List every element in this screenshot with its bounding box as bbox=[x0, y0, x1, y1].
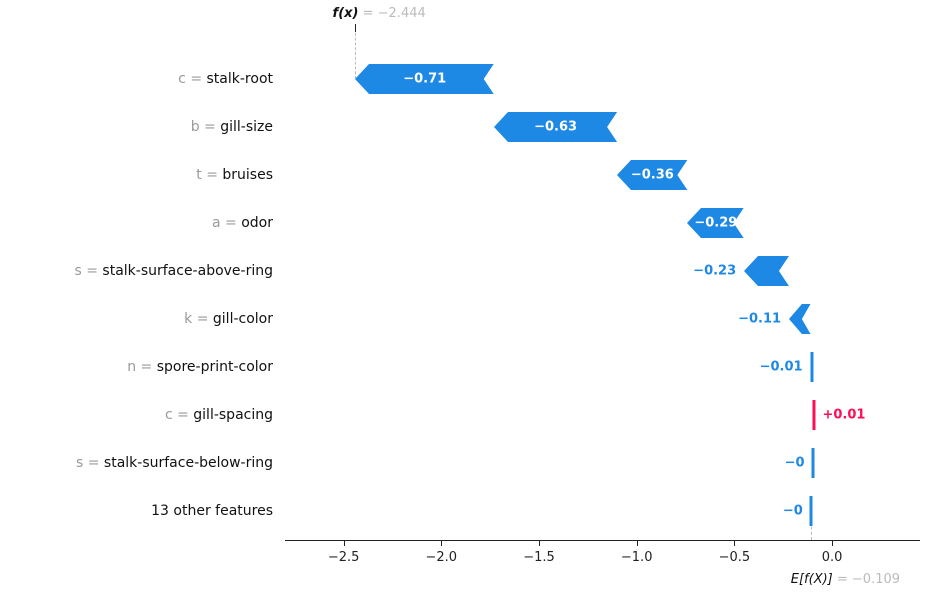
feature-label: c = gill-spacing bbox=[165, 407, 273, 423]
feature-value: b bbox=[191, 119, 200, 135]
fx-value: = −2.444 bbox=[358, 6, 425, 21]
shap-arrow bbox=[811, 400, 817, 430]
shap-value-label: −0 bbox=[783, 504, 803, 519]
equals-sign: = bbox=[173, 407, 194, 423]
x-tick-label: −1.5 bbox=[523, 550, 555, 565]
shap-value-label: −0.71 bbox=[403, 72, 446, 87]
fx-tick bbox=[355, 24, 356, 32]
x-tick bbox=[637, 540, 638, 546]
feature-value: n bbox=[127, 359, 136, 375]
shap-value-label: −0.29 bbox=[694, 216, 737, 231]
feature-label: t = bruises bbox=[196, 167, 273, 183]
x-tick-label: −0.5 bbox=[719, 550, 751, 565]
shap-value-label: −0 bbox=[785, 456, 805, 471]
shap-arrow bbox=[809, 496, 813, 526]
shap-value-label: −0.01 bbox=[760, 360, 803, 375]
feature-value: k bbox=[184, 311, 192, 327]
shap-value-label: −0.11 bbox=[738, 312, 781, 327]
equals-sign: = bbox=[83, 455, 104, 471]
equals-sign: = bbox=[200, 119, 221, 135]
fx-symbol: f(x) bbox=[333, 6, 359, 21]
shap-arrow bbox=[809, 352, 815, 382]
feature-label: k = gill-color bbox=[184, 311, 273, 327]
feature-label: b = gill-size bbox=[191, 119, 273, 135]
x-tick bbox=[734, 540, 735, 546]
equals-sign: = bbox=[186, 71, 207, 87]
equals-sign: = bbox=[221, 215, 242, 231]
x-tick bbox=[441, 540, 442, 546]
feature-label: s = stalk-surface-above-ring bbox=[74, 263, 273, 279]
x-tick-label: −1.0 bbox=[621, 550, 653, 565]
x-tick bbox=[539, 540, 540, 546]
feature-value: c bbox=[178, 71, 186, 87]
efx-value: = −0.109 bbox=[833, 572, 900, 587]
x-tick-label: −2.0 bbox=[426, 550, 458, 565]
feature-label: a = odor bbox=[212, 215, 273, 231]
shap-value-label: −0.63 bbox=[534, 120, 577, 135]
feature-label: s = stalk-surface-below-ring bbox=[76, 455, 273, 471]
feature-label: c = stalk-root bbox=[178, 71, 273, 87]
feature-value: c bbox=[165, 407, 173, 423]
shap-value-label: +0.01 bbox=[822, 408, 865, 423]
efx-label: E[f(X)] = −0.109 bbox=[791, 572, 900, 587]
feature-value: a bbox=[212, 215, 221, 231]
feature-name: stalk-root bbox=[207, 71, 273, 87]
equals-sign: = bbox=[192, 311, 213, 327]
feature-name: stalk-surface-below-ring bbox=[104, 455, 273, 471]
feature-name: 13 other features bbox=[151, 503, 273, 519]
shap-value-label: −0.23 bbox=[693, 264, 736, 279]
equals-sign: = bbox=[136, 359, 157, 375]
shap-arrow bbox=[811, 448, 815, 478]
feature-name: stalk-surface-above-ring bbox=[102, 263, 273, 279]
feature-label: n = spore-print-color bbox=[127, 359, 273, 375]
feature-name: gill-spacing bbox=[193, 407, 273, 423]
x-axis bbox=[285, 540, 920, 541]
efx-symbol: E[f(X)] bbox=[791, 572, 833, 587]
shap-waterfall-chart: f(x) = −2.444 −2.5 −2.0 −1.5 −1.0 −0.5 0.0 E[f(… bbox=[0, 0, 945, 593]
x-tick bbox=[344, 540, 345, 546]
feature-label: 13 other features bbox=[151, 503, 273, 519]
x-tick-label: −2.5 bbox=[328, 550, 360, 565]
equals-sign: = bbox=[82, 263, 103, 279]
feature-name: gill-size bbox=[220, 119, 273, 135]
shap-arrow bbox=[787, 304, 812, 334]
shap-value-label: −0.36 bbox=[631, 168, 674, 183]
feature-name: odor bbox=[241, 215, 273, 231]
feature-name: spore-print-color bbox=[157, 359, 273, 375]
shap-arrow bbox=[742, 256, 791, 286]
x-tick-label: 0.0 bbox=[822, 550, 843, 565]
x-tick bbox=[832, 540, 833, 546]
feature-name: bruises bbox=[222, 167, 273, 183]
equals-sign: = bbox=[202, 167, 223, 183]
fx-label: f(x) = −2.444 bbox=[333, 6, 426, 21]
feature-name: gill-color bbox=[213, 311, 273, 327]
